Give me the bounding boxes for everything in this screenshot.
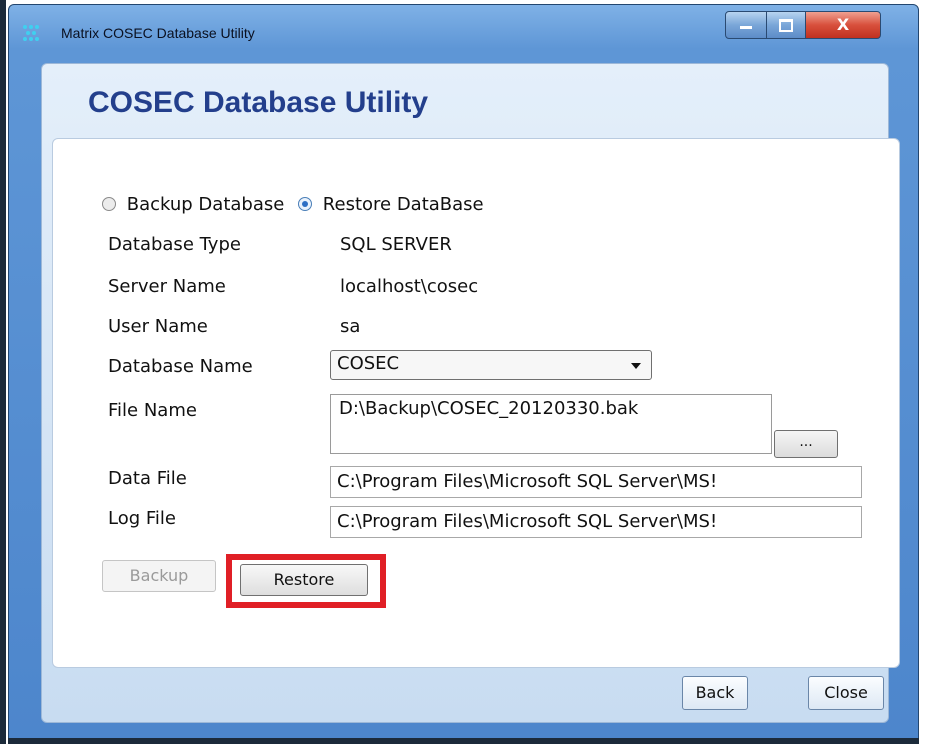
log-file-field[interactable]: C:\Program Files\Microsoft SQL Server\MS… [330,506,862,538]
client-area: COSEC Database Utility Backup Database R… [41,63,900,723]
browse-button[interactable]: ... [774,430,838,458]
screen-left-edge [0,0,6,744]
screen-bottom-edge [8,738,919,744]
database-name-selected: COSEC [337,353,400,374]
user-name-value: sa [340,316,361,337]
restore-radio-icon[interactable] [298,197,313,211]
backup-radio-icon[interactable] [102,197,116,211]
data-file-field[interactable]: C:\Program Files\Microsoft SQL Server\MS… [330,466,862,498]
window-title: Matrix COSEC Database Utility [61,25,255,41]
log-file-label: Log File [108,508,176,529]
file-name-field[interactable]: D:\Backup\COSEC_20120330.bak [330,394,772,454]
page-title: COSEC Database Utility [88,86,429,119]
restore-highlight-box [226,554,386,608]
title-bar[interactable]: Matrix COSEC Database Utility X [9,5,918,57]
backup-radio-label[interactable]: Backup Database [127,194,285,215]
maximize-icon [779,19,793,32]
app-window: Matrix COSEC Database Utility X COSEC Da… [8,4,919,739]
backup-button[interactable]: Backup [102,560,216,592]
database-type-label: Database Type [108,234,241,255]
user-name-label: User Name [108,316,208,337]
chevron-down-icon [631,363,641,369]
back-button[interactable]: Back [682,676,748,710]
server-name-label: Server Name [108,276,226,297]
window-close-button[interactable]: X [805,11,881,39]
close-icon: X [836,15,850,34]
close-button[interactable]: Close [808,676,884,710]
data-file-label: Data File [108,468,187,489]
app-logo-icon [23,25,41,43]
mode-selector: Backup Database Restore DataBase [102,194,492,218]
file-name-label: File Name [108,400,197,421]
database-name-select[interactable]: COSEC [330,350,652,380]
maximize-button[interactable] [766,11,806,39]
database-type-value: SQL SERVER [340,234,452,255]
database-name-label: Database Name [108,356,253,377]
minimize-button[interactable] [725,11,767,39]
restore-radio-label[interactable]: Restore DataBase [323,194,484,215]
server-name-value: localhost\cosec [340,276,479,297]
minimize-icon [740,26,752,29]
